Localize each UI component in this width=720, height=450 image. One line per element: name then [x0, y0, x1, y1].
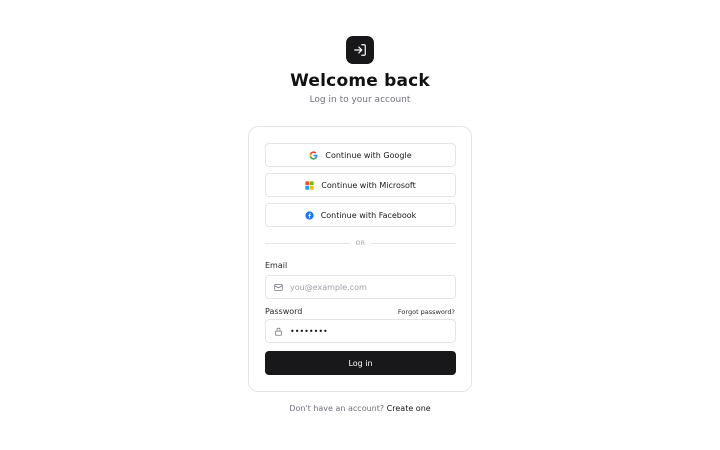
divider-text: OR: [355, 239, 366, 247]
facebook-icon: [305, 210, 314, 220]
microsoft-login-label: Continue with Microsoft: [321, 180, 416, 190]
email-field[interactable]: [265, 275, 456, 299]
or-divider: OR: [265, 238, 456, 248]
login-card: Continue with Google Continue with Micro…: [248, 126, 472, 392]
lock-icon: [268, 327, 288, 336]
facebook-login-button[interactable]: Continue with Facebook: [265, 203, 456, 227]
email-label: Email: [265, 261, 288, 270]
page-title: Welcome back: [290, 71, 430, 91]
google-icon: [309, 150, 318, 160]
mail-icon: [268, 283, 288, 292]
signup-prompt-text: Don't have an account?: [289, 404, 385, 413]
app-logo: [346, 36, 374, 64]
password-label: Password: [265, 307, 303, 316]
password-field[interactable]: [265, 319, 456, 343]
login-button[interactable]: Log in: [265, 351, 456, 375]
log-in-icon: [354, 44, 366, 56]
divider-line-left: [265, 242, 350, 244]
facebook-login-label: Continue with Facebook: [320, 210, 417, 220]
microsoft-login-button[interactable]: Continue with Microsoft: [265, 173, 456, 197]
email-input[interactable]: [290, 282, 450, 292]
divider-line-right: [371, 242, 456, 244]
page-subtitle: Log in to your account: [309, 95, 411, 105]
google-login-label: Continue with Google: [325, 150, 412, 160]
microsoft-icon: [305, 180, 314, 190]
create-account-link[interactable]: Create one: [387, 404, 431, 413]
forgot-password-link[interactable]: Forgot password?: [398, 308, 455, 316]
google-login-button[interactable]: Continue with Google: [265, 143, 456, 167]
password-input[interactable]: [290, 326, 450, 336]
signup-prompt: Don't have an account? Create one: [0, 404, 720, 413]
